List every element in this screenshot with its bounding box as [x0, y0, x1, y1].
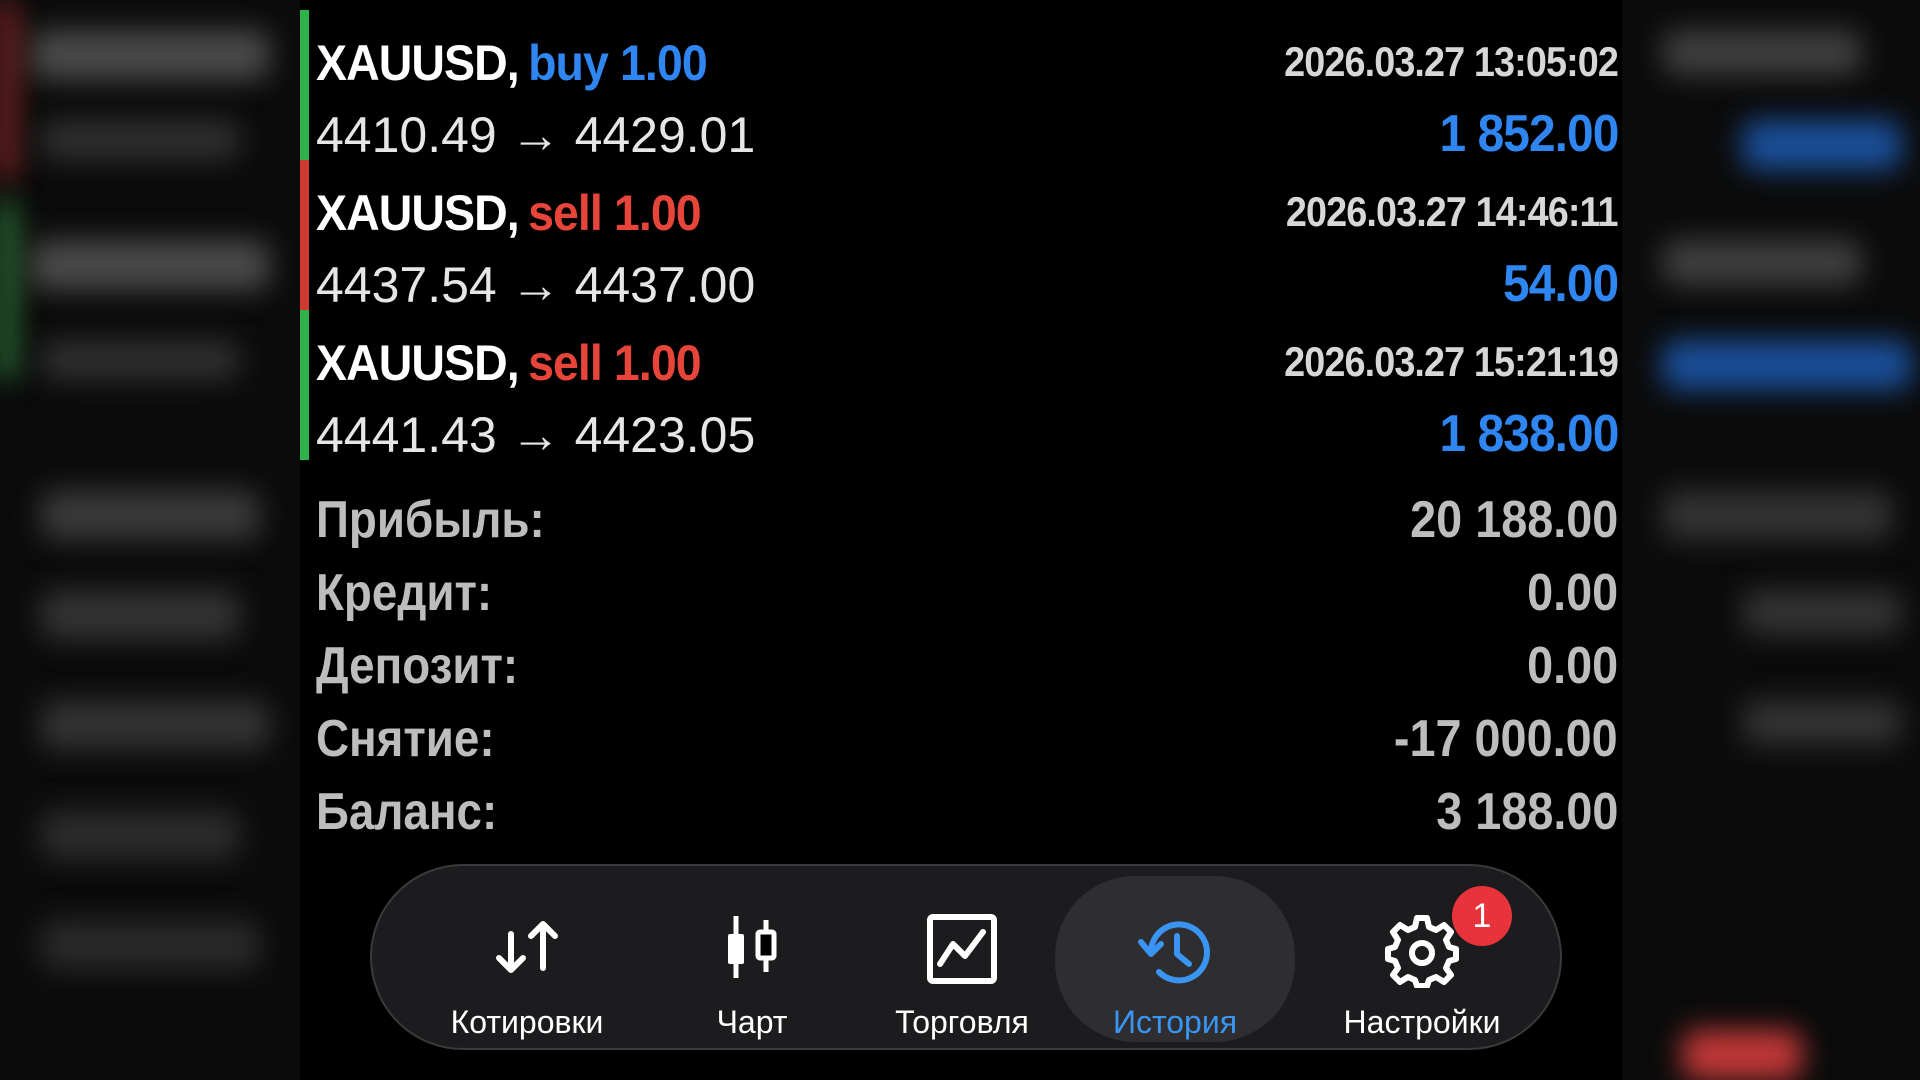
trade-time: 2026.03.27 13:05:02 — [1284, 38, 1619, 85]
summary-value: 20 188.00 — [1409, 491, 1618, 549]
trade-row[interactable]: XAUUSD, sell 1.00 2026.03.27 15:21:19 444… — [300, 310, 1622, 463]
trade-title: XAUUSD, buy 1.00 — [316, 34, 708, 92]
nav-label: Настройки — [1343, 1004, 1501, 1040]
trade-title: XAUUSD, sell 1.00 — [316, 184, 702, 242]
summary-value: 0.00 — [1526, 564, 1618, 622]
trade-prices: 4410.49 → 4429.01 — [316, 106, 755, 164]
summary-value: -17 000.00 — [1394, 710, 1618, 768]
trade-profit: 54.00 — [1502, 255, 1619, 313]
nav-label: Торговля — [895, 1004, 1029, 1040]
summary-label: Прибыль: — [316, 491, 545, 549]
trade-time: 2026.03.27 14:46:11 — [1286, 188, 1619, 235]
trade-status-bar — [300, 10, 309, 160]
close-price: 4437.00 — [574, 257, 756, 313]
trade-profit: 1 852.00 — [1439, 105, 1619, 163]
nav-quotes[interactable]: Котировки — [407, 876, 647, 1042]
summary-value: 0.00 — [1526, 637, 1618, 695]
summary-label: Снятие: — [316, 710, 495, 768]
trade-symbol: XAUUSD, — [316, 335, 520, 391]
summary-deposit: Депозит: 0.00 — [316, 636, 1618, 706]
blurred-right-margin — [1622, 0, 1920, 1080]
trade-symbol: XAUUSD, — [316, 35, 520, 91]
nav-chart[interactable]: Чарт — [632, 876, 872, 1042]
blurred-left-margin — [0, 0, 300, 1080]
settings-gear-icon — [1385, 915, 1459, 988]
nav-settings[interactable]: 1 Настройки — [1302, 876, 1542, 1042]
quotes-arrows-icon — [496, 921, 558, 973]
close-price: 4429.01 — [574, 107, 756, 163]
trade-time: 2026.03.27 15:21:19 — [1284, 338, 1619, 385]
summary-label: Баланс: — [316, 783, 498, 841]
nav-label: История — [1112, 1004, 1238, 1040]
trade-symbol: XAUUSD, — [316, 185, 520, 241]
summary-label: Кредит: — [316, 564, 493, 622]
candlestick-chart-icon — [728, 916, 777, 978]
summary-label: Депозит: — [316, 637, 519, 695]
open-price: 4441.43 — [316, 407, 497, 463]
trade-prices: 4441.43 → 4423.05 — [316, 406, 755, 464]
trade-status-bar — [300, 310, 309, 460]
bottom-nav-bar: Котировки Чарт Торговля История 1 Настро… — [370, 864, 1562, 1050]
trade-status-bar — [300, 160, 309, 310]
trade-chart-icon — [927, 914, 997, 984]
nav-history[interactable]: История — [1055, 876, 1295, 1042]
close-price: 4423.05 — [574, 407, 756, 463]
trade-title: XAUUSD, sell 1.00 — [316, 334, 702, 392]
arrow-icon: → — [510, 107, 561, 163]
summary-credit: Кредит: 0.00 — [316, 563, 1618, 633]
trade-direction: sell 1.00 — [528, 185, 702, 241]
nav-trade[interactable]: Торговля — [842, 876, 1082, 1042]
history-clock-icon — [1138, 921, 1210, 984]
trade-direction: sell 1.00 — [528, 335, 702, 391]
notification-badge: 1 — [1452, 886, 1512, 946]
nav-label: Чарт — [716, 1004, 788, 1040]
trade-direction: buy 1.00 — [528, 35, 708, 91]
summary-withdrawal: Снятие: -17 000.00 — [316, 709, 1618, 779]
summary-value: 3 188.00 — [1435, 783, 1618, 841]
arrow-icon: → — [510, 407, 561, 463]
nav-label: Котировки — [450, 1004, 604, 1040]
summary-profit: Прибыль: 20 188.00 — [316, 490, 1618, 560]
summary-balance: Баланс: 3 188.00 — [316, 782, 1618, 852]
trade-row[interactable]: XAUUSD, sell 1.00 2026.03.27 14:46:11 443… — [300, 160, 1622, 313]
open-price: 4410.49 — [316, 107, 497, 163]
trade-prices: 4437.54 → 4437.00 — [316, 256, 755, 314]
trade-row[interactable]: XAUUSD, buy 1.00 2026.03.27 13:05:02 4410… — [300, 10, 1622, 163]
arrow-icon: → — [510, 257, 561, 313]
open-price: 4437.54 — [316, 257, 497, 313]
trade-profit: 1 838.00 — [1439, 405, 1619, 463]
